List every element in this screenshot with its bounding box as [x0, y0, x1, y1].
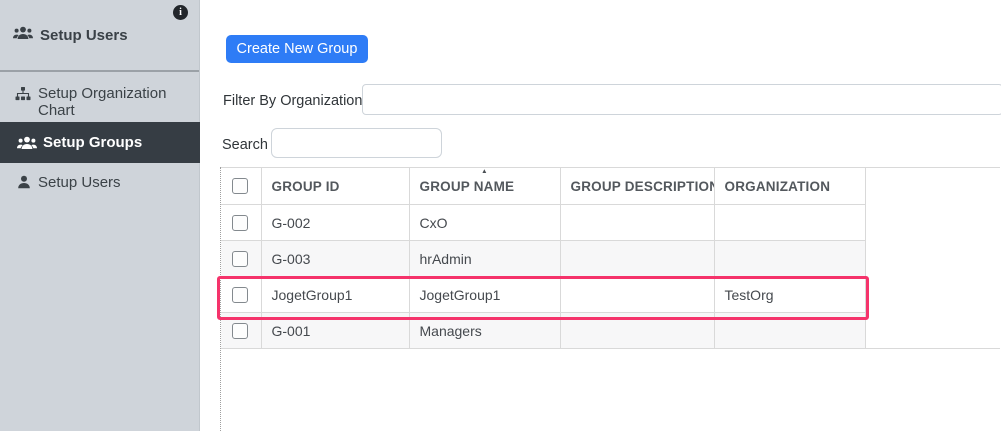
cell-organization	[714, 241, 865, 277]
cell-organization	[714, 205, 865, 241]
sidebar-item-label: Setup Organization Chart	[38, 85, 166, 119]
cell-group-name: JogetGroup1	[409, 277, 560, 313]
cell-filler	[865, 205, 1000, 241]
cell-organization	[714, 313, 865, 349]
search-input[interactable]	[271, 128, 442, 158]
row-checkbox[interactable]	[232, 287, 248, 303]
cell-group-id: G-002	[261, 205, 409, 241]
table-header-row: GROUP ID ▲ GROUP NAME GROUP DESCRIPTION …	[221, 168, 1000, 205]
users-group-icon	[17, 136, 37, 150]
groups-table: GROUP ID ▲ GROUP NAME GROUP DESCRIPTION …	[221, 167, 1000, 349]
table-row[interactable]: G-002 CxO	[221, 205, 1000, 241]
table-row[interactable]: G-001 Managers	[221, 313, 1000, 349]
cell-filler	[865, 313, 1000, 349]
cell-filler	[865, 241, 1000, 277]
cell-group-name: CxO	[409, 205, 560, 241]
search-label: Search	[222, 137, 268, 153]
column-header-group-description[interactable]: GROUP DESCRIPTION	[560, 168, 714, 205]
cell-organization: TestOrg	[714, 277, 865, 313]
cell-group-id: G-003	[261, 241, 409, 277]
table-row-highlighted[interactable]: JogetGroup1 JogetGroup1 TestOrg	[221, 277, 1000, 313]
filter-by-organization-input[interactable]	[362, 84, 1001, 115]
cell-group-description	[560, 277, 714, 313]
column-header-label: GROUP NAME	[420, 179, 515, 194]
sidebar-header-setup-users: Setup Users	[13, 26, 189, 44]
sidebar-item-label: Setup Users	[38, 174, 121, 191]
create-new-group-button[interactable]: Create New Group	[226, 35, 368, 63]
table-row[interactable]: G-003 hrAdmin	[221, 241, 1000, 277]
sidebar-item-setup-organization-chart[interactable]: Setup Organization Chart	[0, 83, 200, 123]
users-group-icon	[13, 26, 33, 44]
cell-group-description	[560, 241, 714, 277]
org-chart-icon	[15, 87, 31, 101]
info-icon[interactable]: i	[173, 5, 188, 20]
column-header-group-id[interactable]: GROUP ID	[261, 168, 409, 205]
sidebar-item-setup-groups[interactable]: Setup Groups	[0, 122, 200, 163]
select-all-checkbox[interactable]	[232, 178, 248, 194]
cell-group-description	[560, 313, 714, 349]
sort-ascending-icon: ▲	[481, 169, 488, 176]
cell-group-id: JogetGroup1	[261, 277, 409, 313]
sidebar-item-setup-users[interactable]: Setup Users	[0, 163, 200, 201]
row-checkbox[interactable]	[232, 323, 248, 339]
row-checkbox[interactable]	[232, 251, 248, 267]
select-all-header-cell	[221, 168, 261, 205]
cell-group-id: G-001	[261, 313, 409, 349]
cell-filler	[865, 277, 1000, 313]
row-checkbox[interactable]	[232, 215, 248, 231]
column-header-filler	[865, 168, 1000, 205]
filter-by-organization-label: Filter By Organization	[223, 93, 362, 109]
sidebar-divider	[0, 70, 199, 72]
cell-group-name: Managers	[409, 313, 560, 349]
user-icon	[17, 175, 31, 189]
column-header-group-name[interactable]: ▲ GROUP NAME	[409, 168, 560, 205]
sidebar-header-label: Setup Users	[40, 27, 128, 44]
cell-group-description	[560, 205, 714, 241]
sidebar: i Setup Users Setup Organizati	[0, 0, 200, 431]
column-header-organization[interactable]: ORGANIZATION	[714, 168, 865, 205]
sidebar-item-label: Setup Groups	[43, 134, 142, 151]
cell-group-name: hrAdmin	[409, 241, 560, 277]
